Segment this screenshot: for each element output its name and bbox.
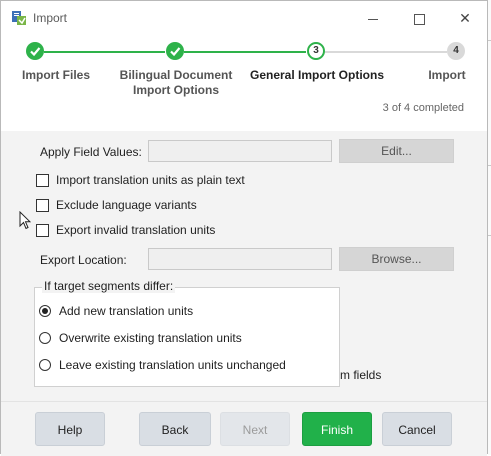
- export-invalid-checkbox-label: Export invalid translation units: [56, 223, 216, 237]
- help-button[interactable]: Help: [35, 412, 105, 446]
- exclude-variants-checkbox-label: Exclude language variants: [56, 198, 197, 212]
- leave-unchanged-radio-label: Leave existing translation units unchang…: [59, 358, 286, 372]
- checkmark-icon: [30, 47, 41, 57]
- step-connector: [325, 51, 447, 53]
- browse-button[interactable]: Browse...: [339, 247, 454, 271]
- overwrite-radio[interactable]: [39, 332, 51, 344]
- minimize-button[interactable]: [351, 1, 395, 35]
- step-4-indicator: 4: [447, 42, 465, 60]
- plain-text-checkbox-label: Import translation units as plain text: [56, 173, 245, 187]
- progress-text: 3 of 4 completed: [382, 102, 464, 114]
- finish-button[interactable]: Finish: [302, 412, 372, 446]
- import-app-icon: [12, 11, 26, 25]
- maximize-button[interactable]: [397, 1, 441, 35]
- next-button[interactable]: Next: [220, 412, 290, 446]
- step-1-label: Import Files: [21, 68, 90, 82]
- dialog-footer: Help Back Next Finish Cancel: [1, 401, 487, 456]
- add-new-radio[interactable]: [39, 305, 51, 317]
- apply-field-values-field[interactable]: [148, 140, 332, 162]
- close-button[interactable]: ✕: [443, 1, 487, 35]
- edit-button[interactable]: Edit...: [339, 139, 454, 163]
- export-location-field[interactable]: [148, 248, 332, 270]
- maximize-icon: [413, 13, 425, 25]
- apply-field-values-label: Apply Field Values:: [40, 145, 142, 159]
- partial-fields-text: m fields: [340, 368, 382, 382]
- export-location-label: Export Location:: [40, 253, 127, 267]
- step-2-done-icon: [166, 42, 184, 60]
- minimize-icon: [368, 18, 378, 20]
- checkmark-icon: [170, 47, 181, 57]
- add-new-radio-label: Add new translation units: [59, 304, 194, 318]
- step-3-label: General Import Options: [249, 68, 384, 82]
- cancel-button[interactable]: Cancel: [382, 412, 452, 446]
- leave-unchanged-radio[interactable]: [39, 359, 51, 371]
- overwrite-radio-label: Overwrite existing translation units: [59, 331, 242, 345]
- mouse-pointer-icon: [19, 211, 31, 230]
- plain-text-checkbox[interactable]: [36, 174, 49, 187]
- title-bar: Import ✕: [1, 1, 487, 35]
- step-connector: [184, 51, 306, 53]
- export-invalid-checkbox[interactable]: [36, 224, 49, 237]
- step-2-label: Bilingual Document Import Options: [119, 68, 233, 97]
- wizard-stepper: 3 4 Import Files Bilingual Document Impo…: [1, 35, 487, 131]
- step-3-indicator: 3: [307, 42, 325, 60]
- target-segments-group-title: If target segments differ:: [42, 279, 176, 293]
- window-title: Import: [33, 11, 68, 25]
- close-icon: ✕: [459, 10, 471, 26]
- step-connector: [44, 51, 165, 53]
- step-4-label: Import: [428, 68, 466, 82]
- back-button[interactable]: Back: [139, 412, 211, 446]
- exclude-variants-checkbox[interactable]: [36, 199, 49, 212]
- import-dialog: Import ✕ 3 4 Import Files Bilingual Docu…: [0, 0, 488, 456]
- general-import-options: Apply Field Values: Edit... Import trans…: [1, 131, 487, 401]
- step-1-done-icon: [26, 42, 44, 60]
